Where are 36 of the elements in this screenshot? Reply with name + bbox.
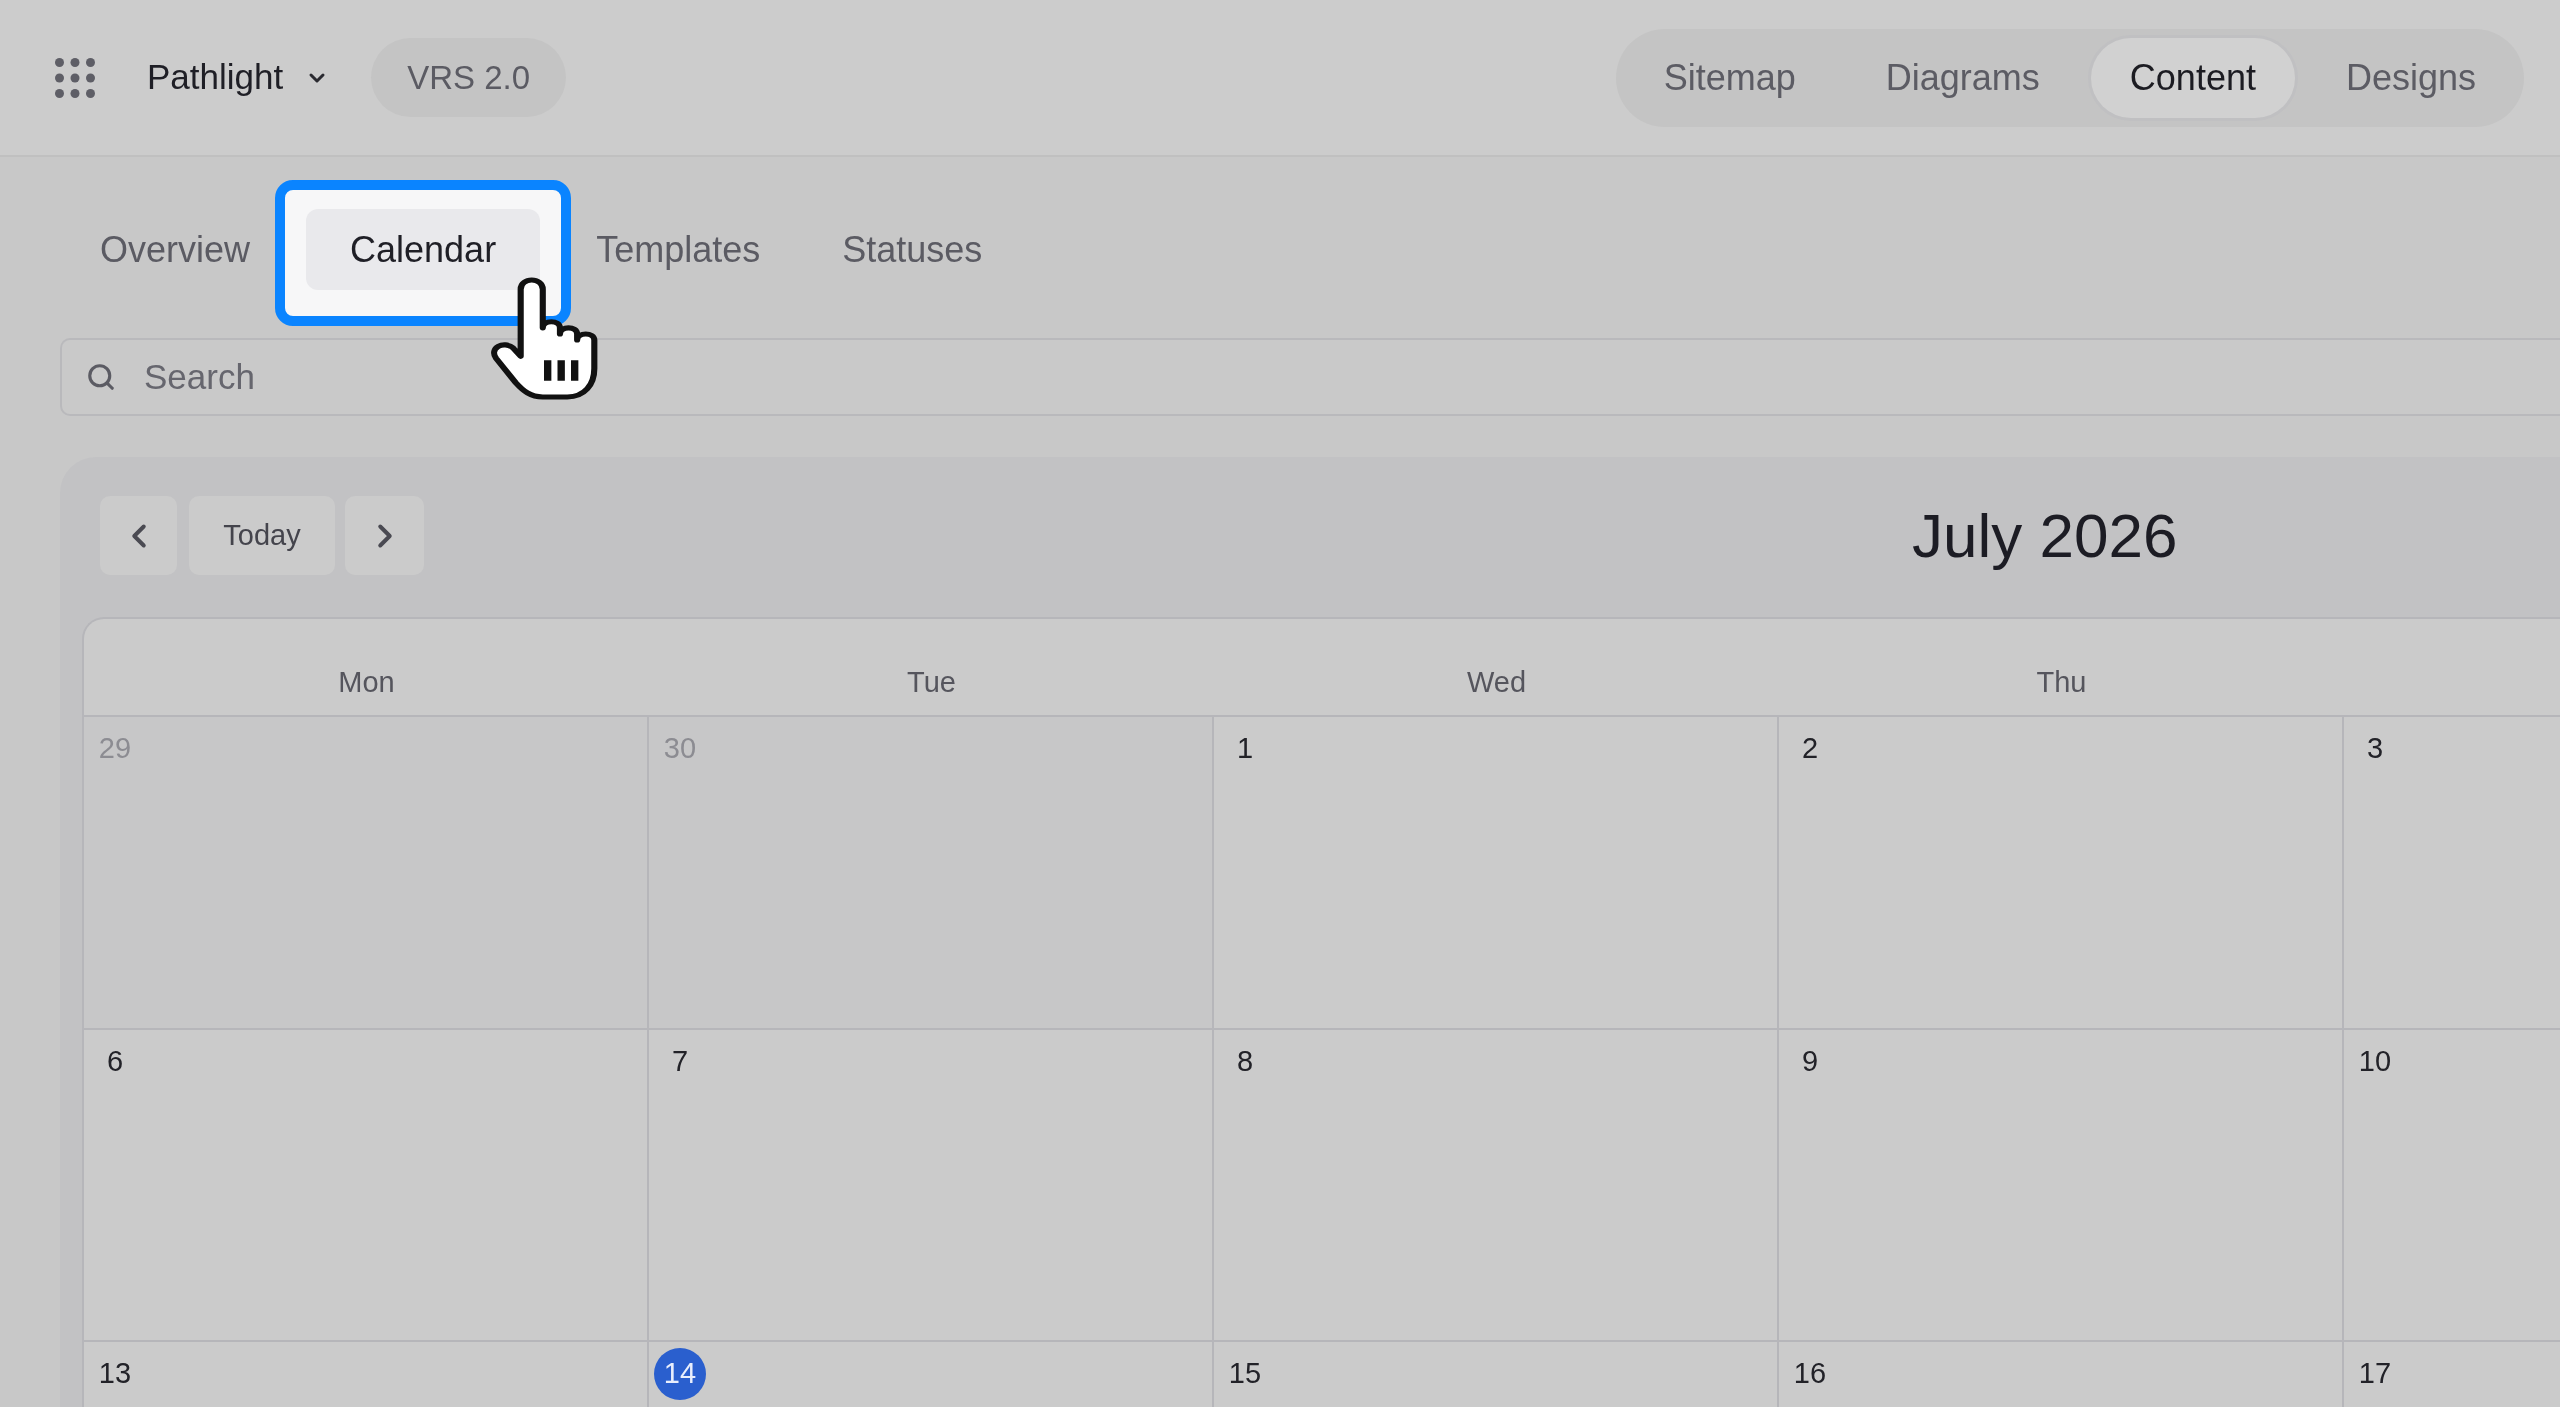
section-tab[interactable]: Diagrams: [1846, 37, 2079, 118]
date-number: 9: [1800, 1044, 1820, 1080]
date-number: 8: [1235, 1044, 1255, 1080]
date-number: 14: [654, 1348, 706, 1400]
next-month-button[interactable]: [345, 496, 424, 575]
project-switcher[interactable]: Pathlight: [147, 51, 330, 104]
tab[interactable]: Calendar: [306, 209, 541, 290]
date-number: 7: [670, 1044, 690, 1080]
date-number: 17: [2357, 1356, 2393, 1392]
weekday-label: Wed: [1466, 665, 1527, 695]
today-button[interactable]: Today: [189, 496, 335, 575]
app-grid-icon[interactable]: [55, 57, 95, 98]
date-number: 16: [1792, 1356, 1828, 1392]
section-tab[interactable]: Sitemap: [1624, 37, 1835, 118]
weekday-label: Mon: [338, 665, 395, 695]
date-number: 29: [97, 731, 133, 767]
date-number: 10: [2357, 1044, 2393, 1080]
date-number: 2: [1800, 731, 1820, 767]
date-number: 3: [2365, 731, 2385, 767]
weekday-label: Tue: [907, 665, 956, 695]
date-number: 15: [1227, 1356, 1263, 1392]
previous-month-button[interactable]: [100, 496, 177, 575]
tab[interactable]: Overview: [92, 209, 259, 290]
search-field[interactable]: Search: [60, 338, 2560, 416]
tab[interactable]: Templates: [588, 209, 769, 290]
weekday-label: Thu: [2036, 665, 2087, 695]
version-badge: VRS 2.0: [371, 38, 567, 117]
hand-cursor-icon: [490, 276, 598, 400]
search-icon: [86, 362, 116, 392]
section-tab[interactable]: Designs: [2306, 37, 2515, 118]
section-tab[interactable]: Content: [2090, 37, 2295, 118]
date-number: 30: [662, 731, 698, 767]
date-number: 1: [1235, 731, 1255, 767]
date-number: 6: [105, 1044, 125, 1080]
date-number: 13: [97, 1356, 133, 1392]
tab[interactable]: Statuses: [834, 209, 991, 290]
